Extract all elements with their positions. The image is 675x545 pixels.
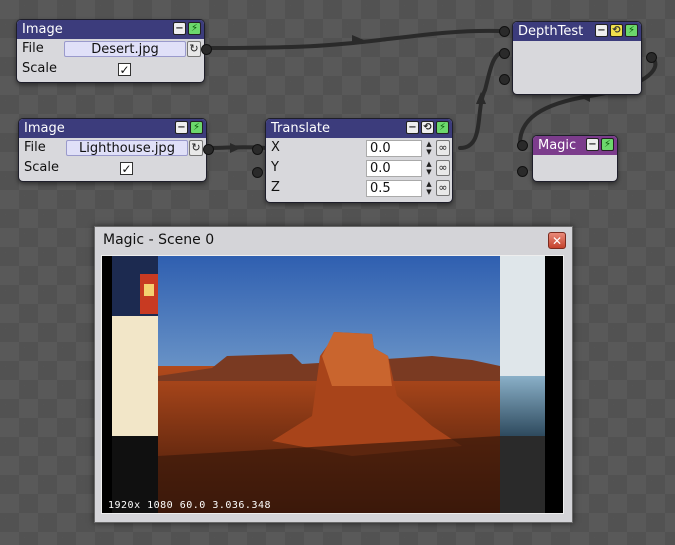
z-label: Z (271, 180, 280, 195)
file-label: File (22, 41, 44, 56)
lighthouse-image-left (112, 256, 158, 513)
lighthouse-image-right (500, 256, 555, 513)
run-icon[interactable]: ⚡ (601, 138, 614, 151)
spin-down-icon[interactable]: ▼ (424, 148, 434, 156)
desert-image (158, 256, 500, 513)
node-header[interactable]: Image − ⚡ (19, 119, 206, 138)
minimize-icon[interactable]: − (586, 138, 599, 151)
y-label: Y (271, 160, 279, 175)
close-icon[interactable]: ✕ (548, 232, 566, 249)
y-stepper[interactable]: ▲ ▼ (424, 160, 434, 177)
magic-node[interactable]: Magic − ⚡ (517, 135, 618, 182)
file-field[interactable]: Desert.jpg (64, 41, 186, 57)
spin-up-icon[interactable]: ▲ (424, 180, 434, 188)
window-title: Magic - Scene 0 (103, 232, 215, 248)
x-input[interactable]: 0.0 (366, 140, 422, 157)
z-stepper[interactable]: ▲ ▼ (424, 180, 434, 197)
wire-arrow (230, 143, 241, 153)
scale-checkbox[interactable]: ✓ (118, 63, 131, 76)
scale-label: Scale (24, 160, 59, 175)
spin-up-icon[interactable]: ▲ (424, 160, 434, 168)
file-label: File (24, 140, 46, 155)
scale-checkbox[interactable]: ✓ (120, 162, 133, 175)
output-port[interactable] (646, 52, 657, 63)
node-header[interactable]: Translate − ⟲ ⚡ (266, 119, 452, 138)
scene-viewport[interactable]: 1920x 1080 60.0 3.036.348 (101, 255, 564, 514)
link-icon[interactable]: ⟲ (610, 24, 623, 37)
output-port[interactable] (203, 144, 214, 155)
z-input[interactable]: 0.5 (366, 180, 422, 197)
run-icon[interactable]: ⚡ (625, 24, 638, 37)
x-label: X (271, 140, 280, 155)
input-port[interactable] (499, 48, 510, 59)
rendered-scene (112, 256, 555, 513)
node-header[interactable]: Magic − ⚡ (533, 136, 617, 155)
minimize-icon[interactable]: − (406, 121, 419, 134)
run-icon[interactable]: ⚡ (188, 22, 201, 35)
node-title: Magic (538, 138, 577, 153)
spin-down-icon[interactable]: ▼ (424, 168, 434, 176)
input-port[interactable] (517, 166, 528, 177)
node-header[interactable]: Image − ⚡ (17, 20, 204, 39)
depthtest-node[interactable]: DepthTest − ⟲ ⚡ (499, 21, 657, 95)
node-header[interactable]: DepthTest − ⟲ ⚡ (513, 22, 641, 41)
run-icon[interactable]: ⚡ (190, 121, 203, 134)
reload-icon[interactable]: ↻ (187, 41, 201, 57)
input-port[interactable] (499, 26, 510, 37)
render-window[interactable]: Magic - Scene 0 ✕ 1920x 1080 60.0 3.036.… (94, 226, 573, 523)
spin-up-icon[interactable]: ▲ (424, 140, 434, 148)
spin-down-icon[interactable]: ▼ (424, 188, 434, 196)
render-stats: 1920x 1080 60.0 3.036.348 (108, 500, 272, 511)
chain-icon[interactable]: ∞ (436, 140, 450, 156)
node-title: Image (22, 22, 63, 37)
chain-icon[interactable]: ∞ (436, 160, 450, 176)
translate-node[interactable]: Translate − ⟲ ⚡ X 0.0 ▲ ▼ ∞ Y 0.0 ▲ ▼ ∞ Z … (252, 118, 453, 203)
x-stepper[interactable]: ▲ ▼ (424, 140, 434, 157)
reload-icon[interactable]: ↻ (189, 140, 203, 156)
input-port[interactable] (252, 167, 263, 178)
output-port[interactable] (201, 44, 212, 55)
chain-icon[interactable]: ∞ (436, 180, 450, 196)
image-node-lighthouse[interactable]: Image − ⚡ File Lighthouse.jpg ↻ Scale ✓ (18, 118, 214, 182)
run-icon[interactable]: ⚡ (436, 121, 449, 134)
input-port[interactable] (252, 144, 263, 155)
input-port[interactable] (499, 74, 510, 85)
y-input[interactable]: 0.0 (366, 160, 422, 177)
minimize-icon[interactable]: − (173, 22, 186, 35)
minimize-icon[interactable]: − (595, 24, 608, 37)
image-node-desert[interactable]: Image − ⚡ File Desert.jpg ↻ Scale ✓ (16, 19, 212, 83)
input-port[interactable] (517, 140, 528, 151)
minimize-icon[interactable]: − (175, 121, 188, 134)
file-field[interactable]: Lighthouse.jpg (66, 140, 188, 156)
node-title: Image (24, 121, 65, 136)
link-icon[interactable]: ⟲ (421, 121, 434, 134)
scale-label: Scale (22, 61, 57, 76)
node-title: DepthTest (518, 24, 584, 39)
node-title: Translate (271, 121, 331, 136)
